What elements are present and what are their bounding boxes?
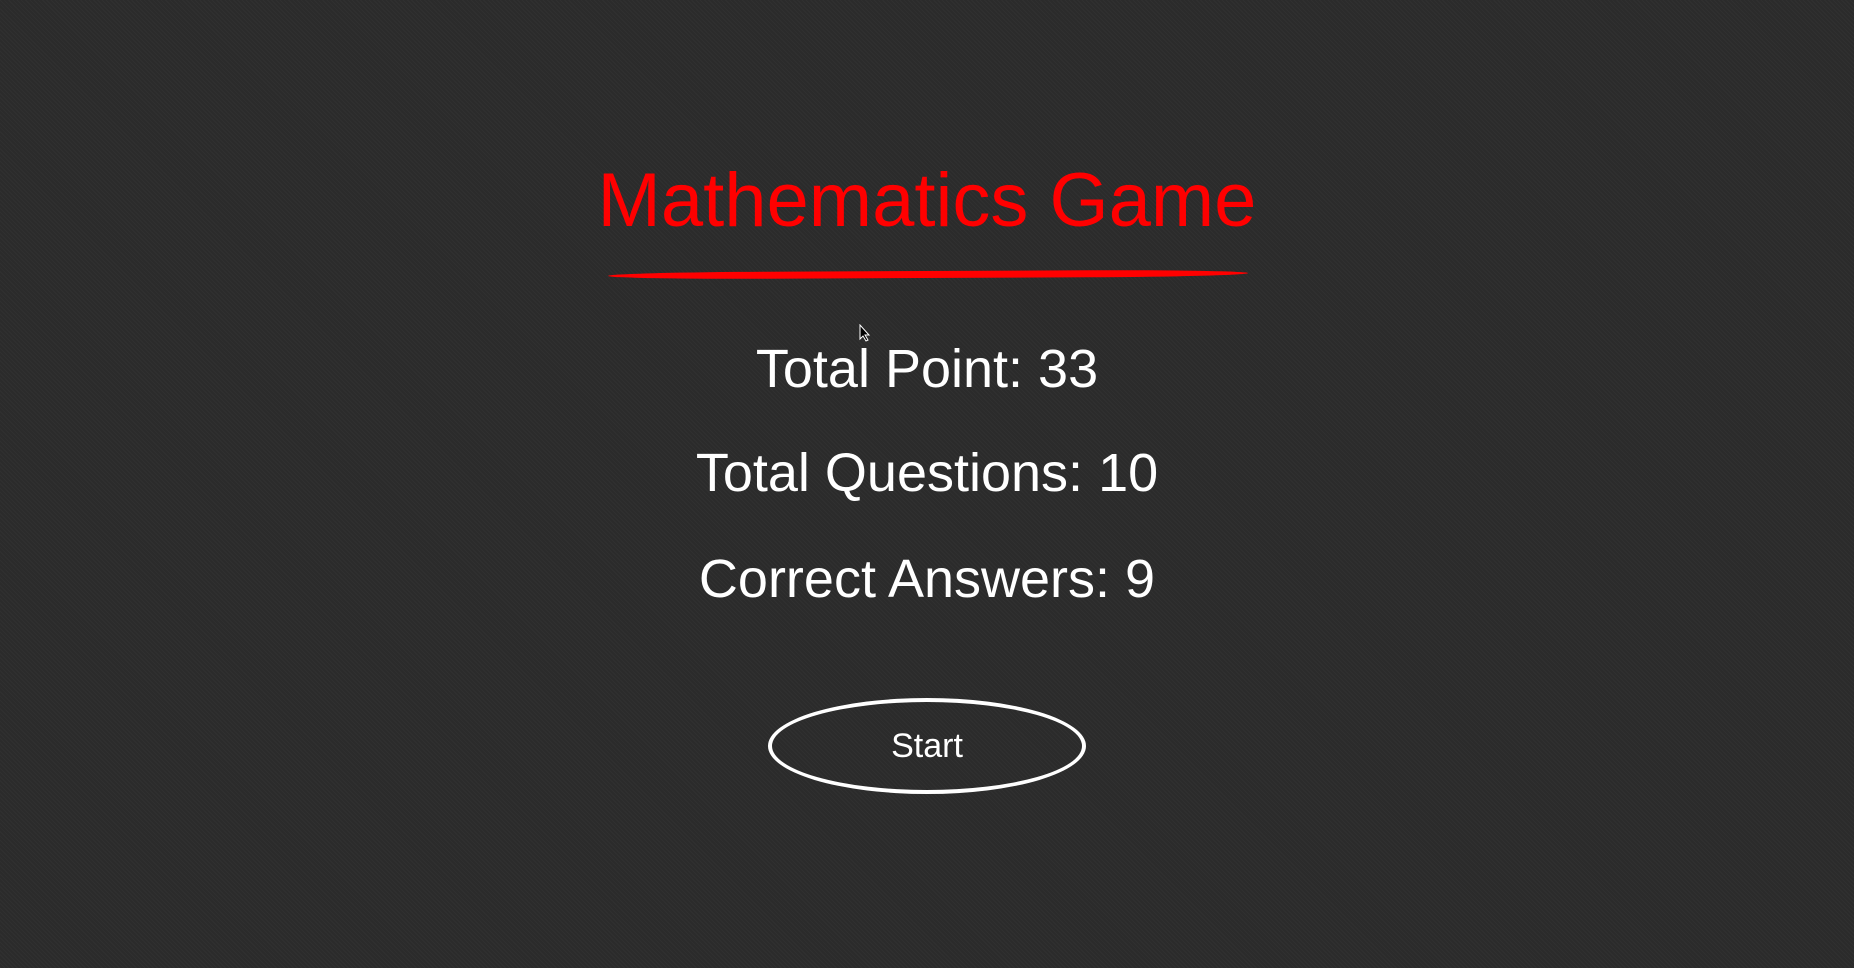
title-underline <box>607 269 1249 280</box>
start-button[interactable]: Start <box>768 698 1086 794</box>
game-title: Mathematics Game <box>597 158 1257 243</box>
mouse-cursor-icon <box>859 324 871 342</box>
total-point: Total Point: 33 <box>755 339 1099 399</box>
correct-answers: Correct Answers: 9 <box>698 549 1156 609</box>
total-questions: Total Questions: 10 <box>695 443 1159 503</box>
